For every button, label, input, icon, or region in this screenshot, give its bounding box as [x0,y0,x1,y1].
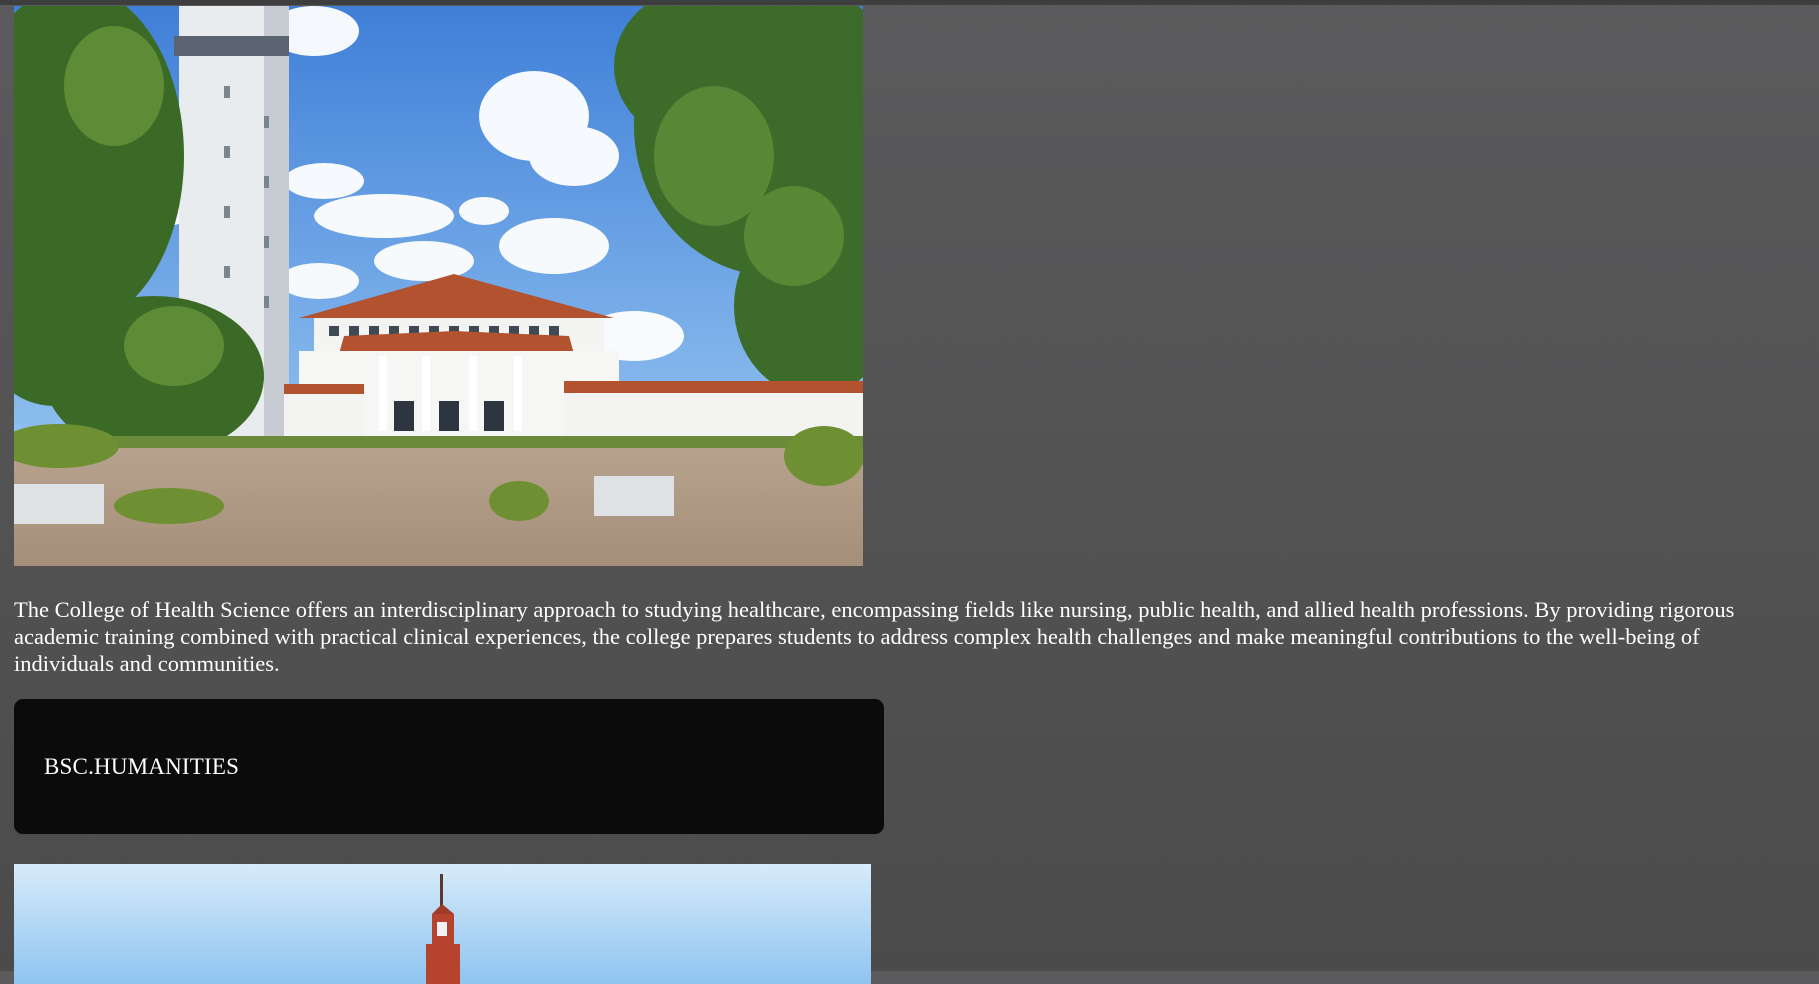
campus-building-photo [14,6,863,566]
top-edge [0,0,1819,5]
clock-tower-photo [14,864,871,984]
program-label: BSC.HUMANITIES [44,753,240,779]
page-content: The College of Health Science offers an … [14,6,1804,984]
college-description: The College of Health Science offers an … [14,597,1735,676]
program-card-bsc-humanities[interactable]: BSC.HUMANITIES [14,699,884,834]
